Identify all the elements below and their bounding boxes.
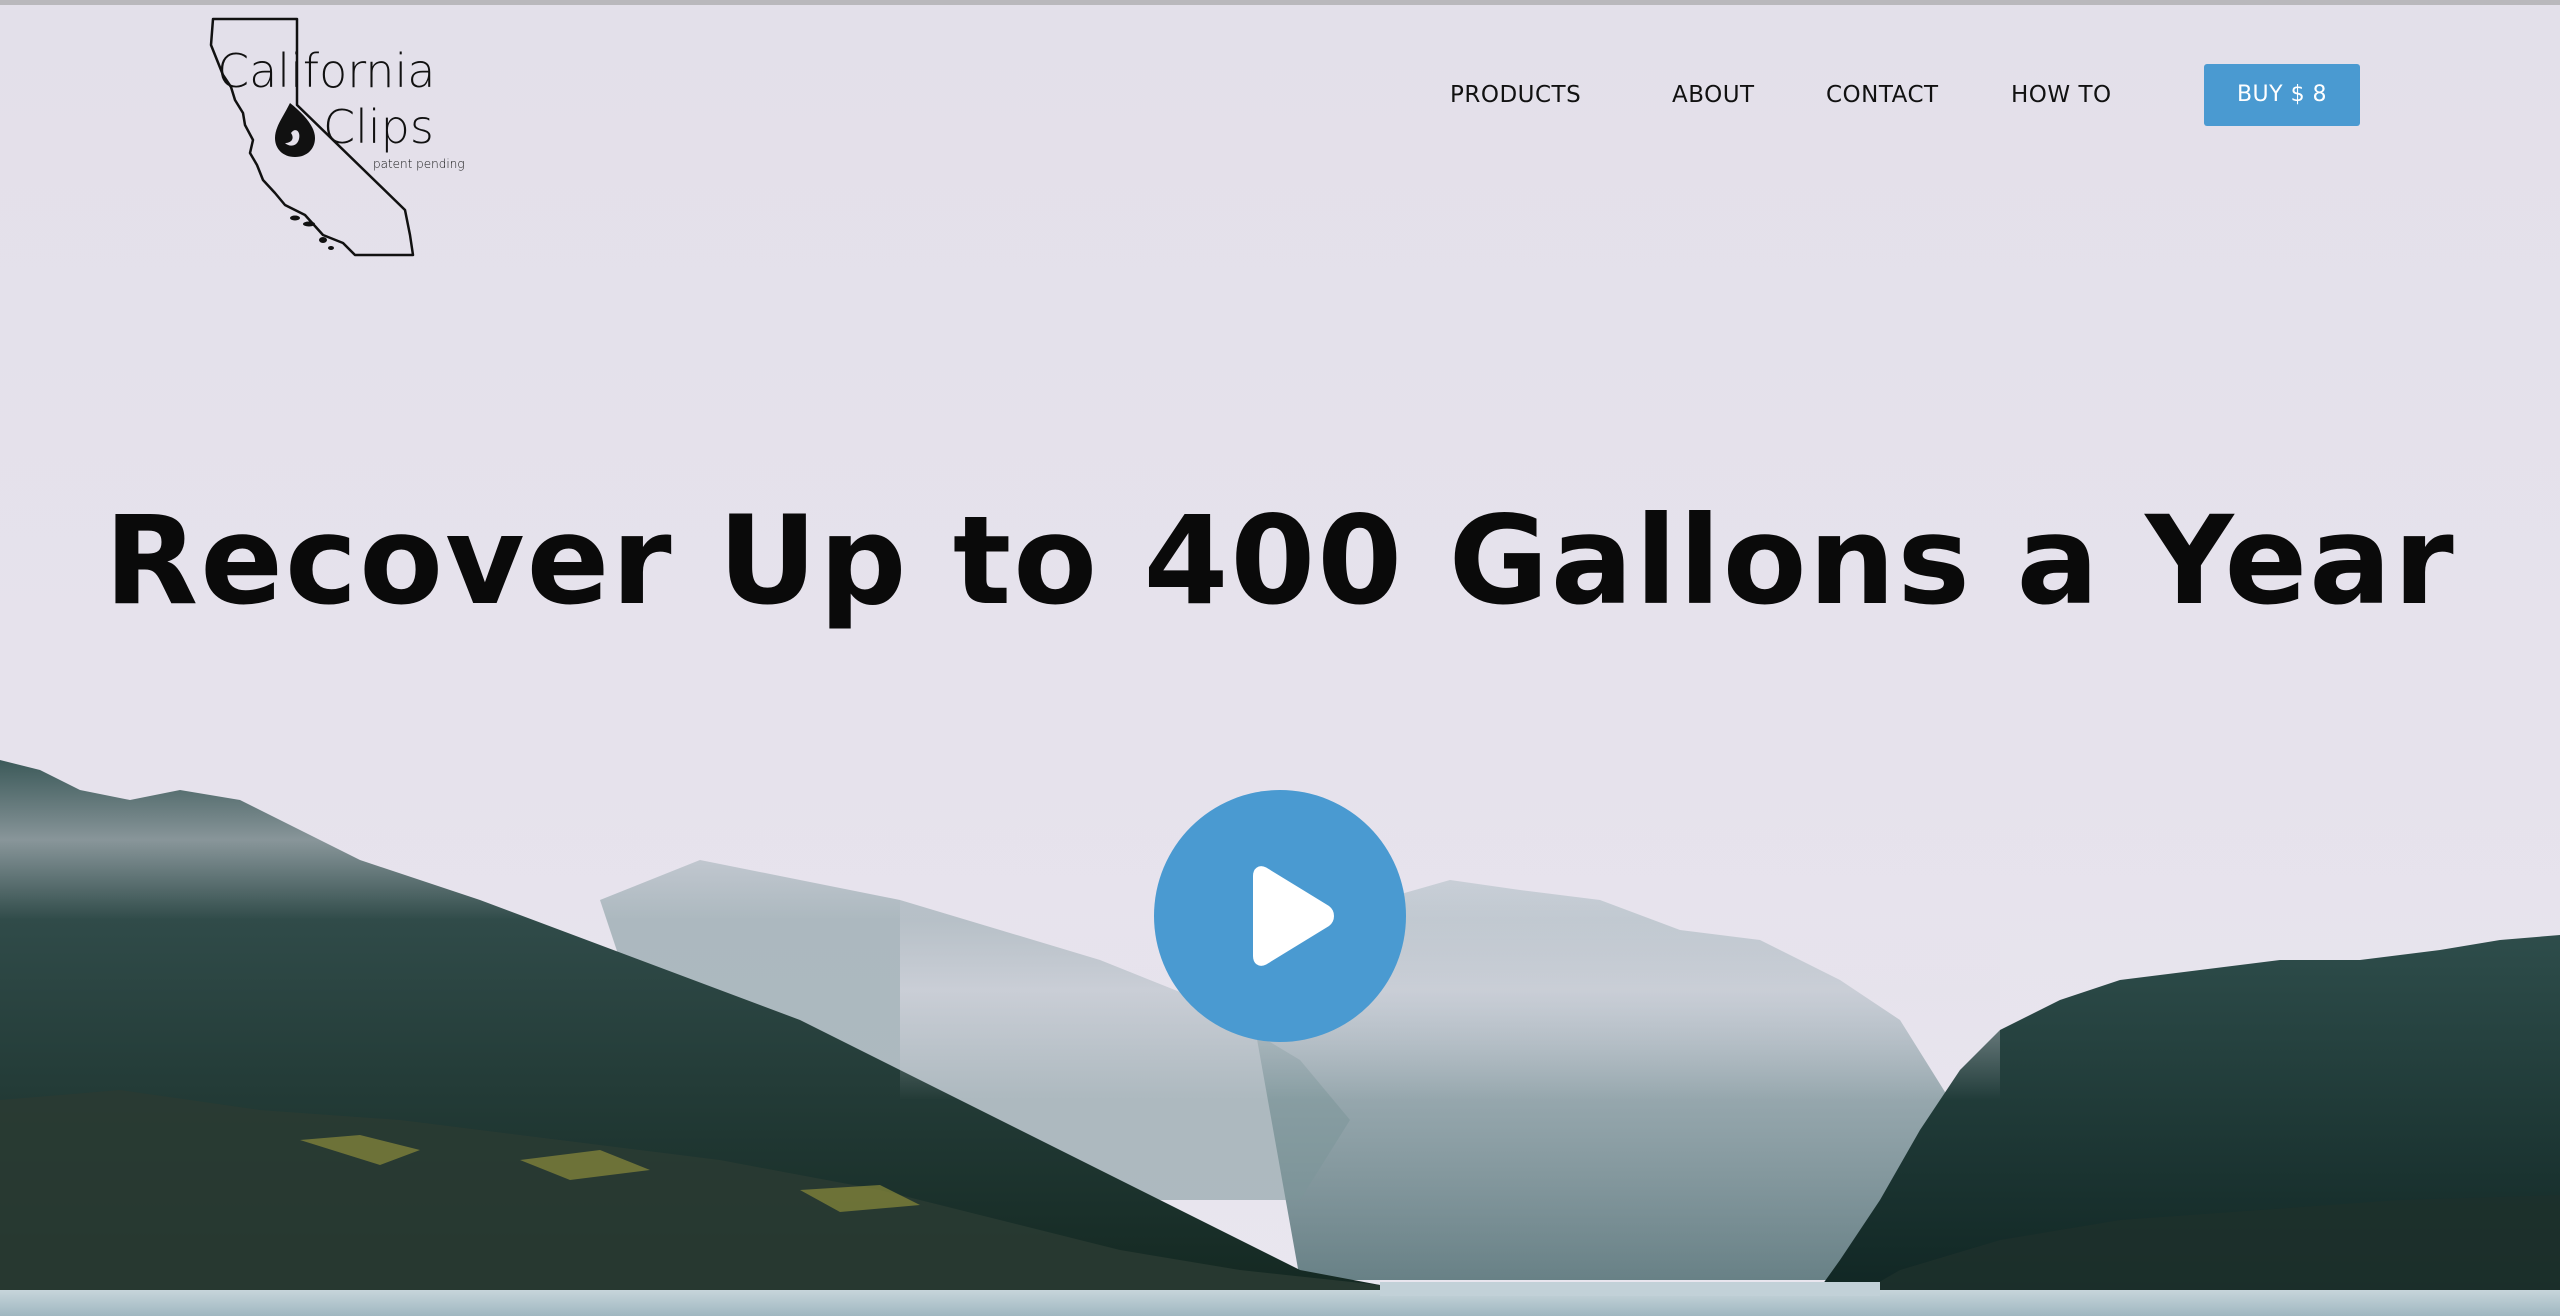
browser-top-border — [0, 0, 2560, 5]
nav-item-contact[interactable]: CONTACT — [1826, 82, 1939, 108]
nav-item-about[interactable]: ABOUT — [1672, 82, 1755, 108]
page: California Clips patent pending PRODUCTS… — [0, 0, 2560, 1316]
logo-text-clips: Clips — [323, 100, 434, 154]
logo-text-california: California — [217, 44, 435, 98]
buy-button[interactable]: BUY $ 8 — [2204, 64, 2360, 126]
hero-headline: Recover Up to 400 Gallons a Year — [104, 490, 2456, 632]
california-outline-water-drop-logo-icon: California Clips patent pending — [209, 17, 465, 257]
logo[interactable]: California Clips patent pending — [205, 15, 475, 260]
nav-item-how-to[interactable]: HOW TO — [2011, 82, 2112, 108]
logo-tagline: patent pending — [373, 157, 465, 171]
nav-item-products[interactable]: PRODUCTS — [1450, 82, 1581, 108]
video-play-button[interactable] — [1154, 790, 1406, 1042]
